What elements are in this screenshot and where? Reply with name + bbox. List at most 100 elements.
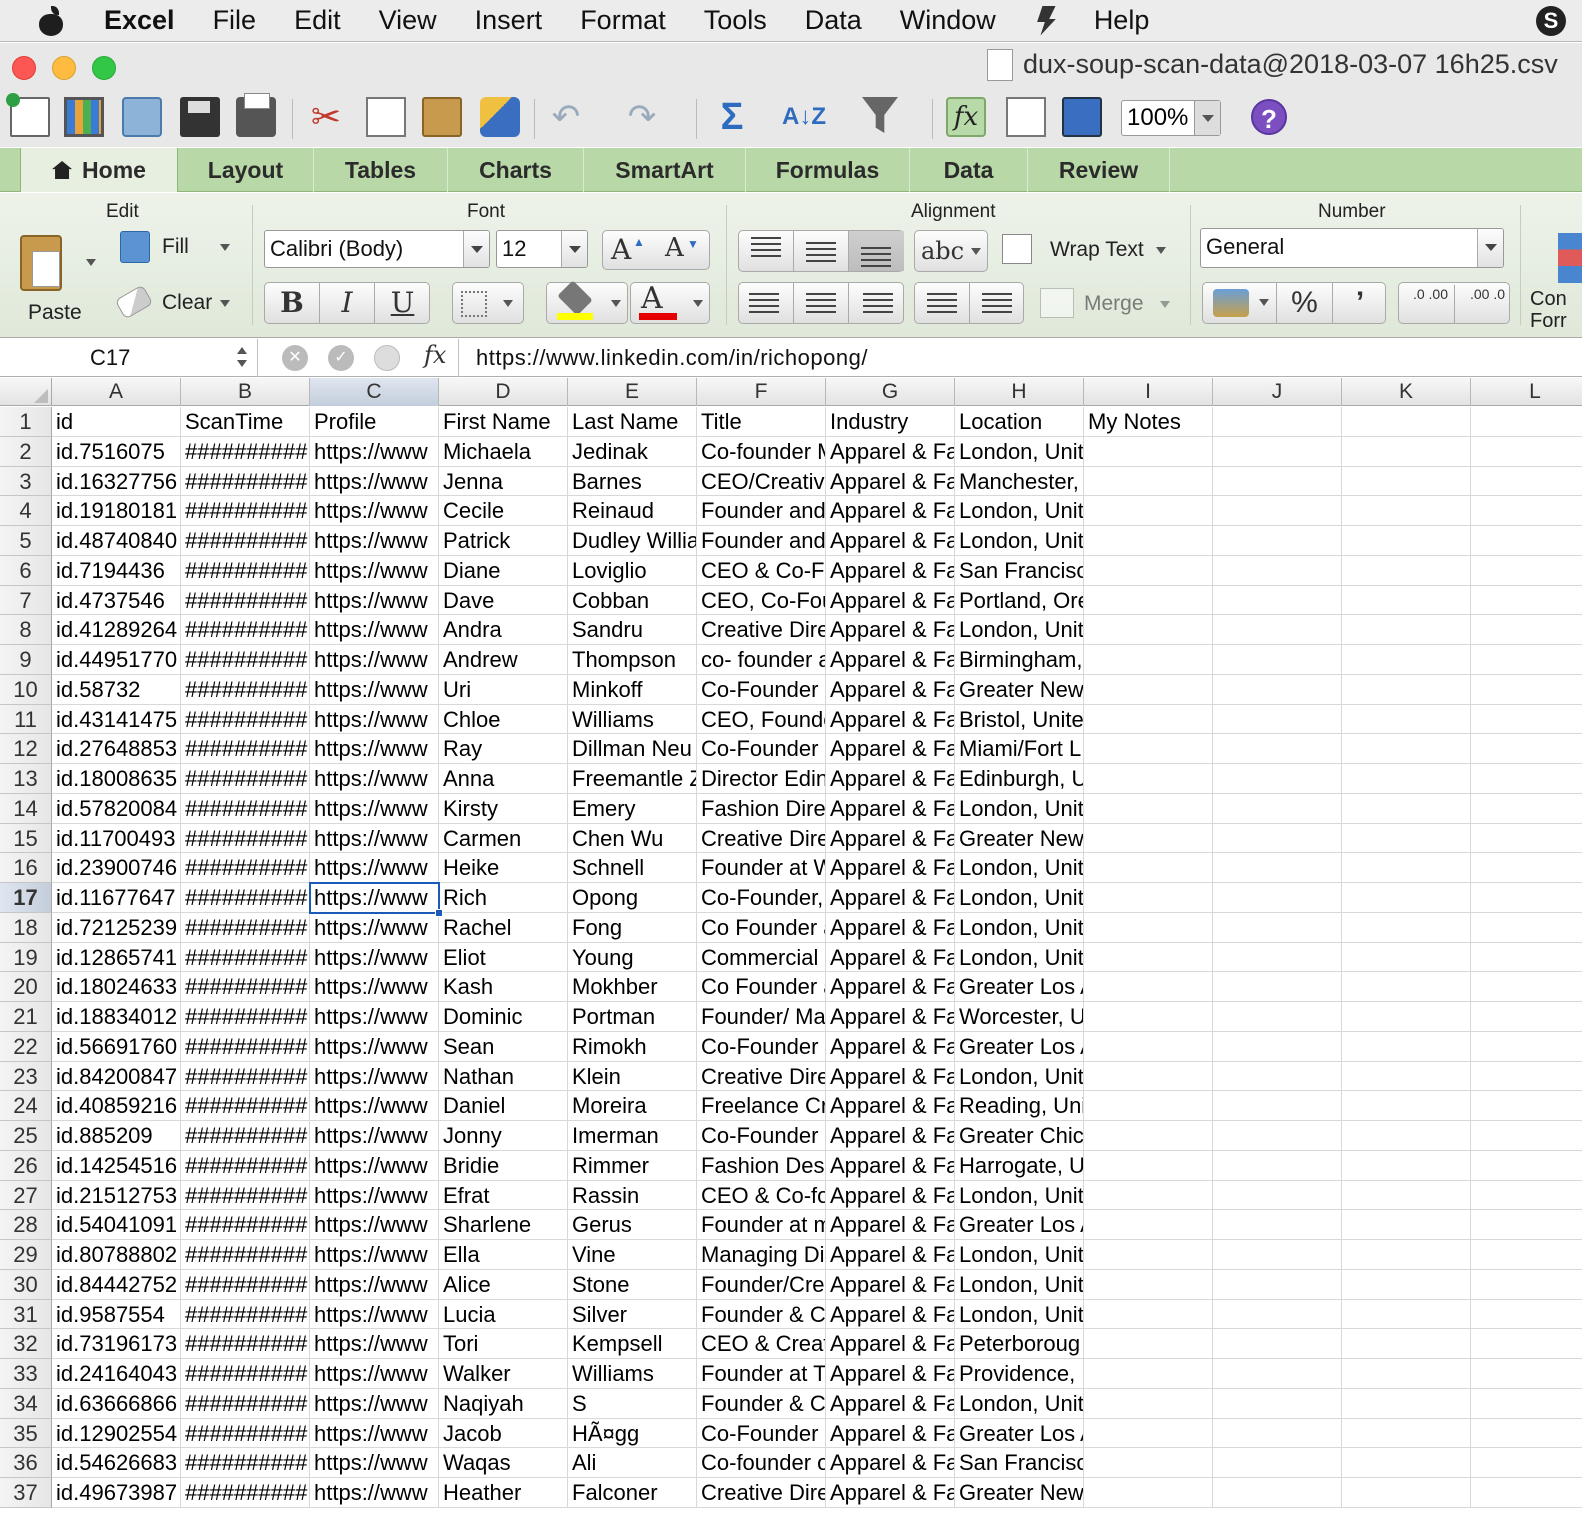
column-header-c[interactable]: C: [310, 378, 439, 406]
cell-j22[interactable]: [1213, 1031, 1342, 1062]
cell-h5[interactable]: London, Unit: [955, 526, 1084, 556]
cancel-entry-icon[interactable]: ✕: [282, 345, 308, 371]
cell-h1[interactable]: Location: [955, 407, 1084, 437]
cell-j13[interactable]: [1213, 764, 1342, 794]
cell-a5[interactable]: id.48740840: [52, 526, 181, 556]
cell-k7[interactable]: [1342, 585, 1471, 616]
cell-k12[interactable]: [1342, 734, 1471, 764]
cell-k19[interactable]: [1342, 942, 1471, 973]
cell-d6[interactable]: Diane: [439, 555, 568, 586]
cell-j14[interactable]: [1213, 793, 1342, 824]
cell-a16[interactable]: id.23900746: [52, 853, 181, 883]
font-color-dropdown-icon[interactable]: [693, 300, 703, 307]
column-header-j[interactable]: J: [1213, 378, 1342, 406]
borders-dropdown-icon[interactable]: [503, 300, 513, 307]
cell-d16[interactable]: Heike: [439, 853, 568, 883]
cell-g26[interactable]: Apparel & Fa: [826, 1150, 955, 1181]
conditional-formatting-button[interactable]: Con Forr: [1528, 229, 1582, 333]
cell-e6[interactable]: Loviglio: [568, 555, 697, 586]
menu-window[interactable]: Window: [900, 5, 996, 36]
accounting-dropdown-icon[interactable]: [1259, 299, 1269, 306]
cell-l14[interactable]: [1471, 794, 1582, 824]
skype-icon[interactable]: S: [1536, 6, 1566, 36]
cell-f2[interactable]: Co-founder M: [697, 436, 826, 467]
column-header-a[interactable]: A: [52, 378, 181, 406]
cell-c30[interactable]: https://www: [310, 1269, 439, 1300]
cell-e35[interactable]: HÃ¤gg: [568, 1418, 697, 1449]
menu-format[interactable]: Format: [580, 5, 666, 36]
cell-i21[interactable]: [1084, 1002, 1213, 1032]
row-header[interactable]: 10: [0, 674, 52, 705]
cell-h32[interactable]: Peterboroug: [955, 1329, 1084, 1359]
cell-c8[interactable]: https://www: [310, 615, 439, 645]
cell-b21[interactable]: ##########: [181, 1002, 310, 1032]
cell-f17[interactable]: Co-Founder,: [697, 883, 826, 913]
copy-icon[interactable]: [366, 97, 406, 137]
cell-j30[interactable]: [1213, 1269, 1342, 1300]
cell-b6[interactable]: ##########: [181, 555, 310, 586]
cell-h34[interactable]: London, Unit: [955, 1388, 1084, 1419]
paste-toolbar-icon[interactable]: [422, 97, 462, 137]
row-header[interactable]: 16: [0, 853, 52, 883]
cell-a9[interactable]: id.44951770: [52, 645, 181, 675]
cell-l26[interactable]: [1471, 1151, 1582, 1181]
cell-g9[interactable]: Apparel & Fa: [826, 645, 955, 675]
cell-i20[interactable]: [1084, 972, 1213, 1002]
cell-d32[interactable]: Tori: [439, 1329, 568, 1359]
cell-c11[interactable]: https://www: [310, 704, 439, 735]
undo-icon[interactable]: ↶: [546, 97, 586, 137]
tab-smartart[interactable]: SmartArt: [584, 148, 746, 192]
cell-g16[interactable]: Apparel & Fa: [826, 853, 955, 883]
cell-b27[interactable]: ##########: [181, 1180, 310, 1211]
row-header[interactable]: 27: [0, 1180, 52, 1211]
cell-h37[interactable]: Greater New: [955, 1478, 1084, 1508]
cell-c4[interactable]: https://www: [310, 496, 439, 526]
wrap-text-dropdown-icon[interactable]: [1156, 247, 1166, 254]
cell-b1[interactable]: ScanTime: [181, 407, 310, 437]
cell-a22[interactable]: id.56691760: [52, 1031, 181, 1062]
row-header[interactable]: 33: [0, 1359, 52, 1389]
cell-l29[interactable]: [1471, 1240, 1582, 1270]
cell-d18[interactable]: Rachel: [439, 912, 568, 943]
cell-c12[interactable]: https://www: [310, 734, 439, 764]
cell-j15[interactable]: [1213, 823, 1342, 854]
cell-h22[interactable]: Greater Los A: [955, 1031, 1084, 1062]
cell-g22[interactable]: Apparel & Fa: [826, 1031, 955, 1062]
cell-l12[interactable]: [1471, 734, 1582, 764]
cell-k18[interactable]: [1342, 912, 1471, 943]
cell-d22[interactable]: Sean: [439, 1031, 568, 1062]
cell-i16[interactable]: [1084, 853, 1213, 883]
row-header[interactable]: 4: [0, 496, 52, 526]
row-header[interactable]: 13: [0, 764, 52, 794]
cell-j36[interactable]: [1213, 1448, 1342, 1478]
cell-b33[interactable]: ##########: [181, 1359, 310, 1389]
formula-input[interactable]: https://www.linkedin.com/in/richopong/: [476, 339, 868, 377]
row-header[interactable]: 19: [0, 942, 52, 973]
cell-f20[interactable]: Co Founder a: [697, 972, 826, 1002]
cell-l17[interactable]: [1471, 883, 1582, 913]
cell-f12[interactable]: Co-Founder I: [697, 734, 826, 764]
cell-e4[interactable]: Reinaud: [568, 496, 697, 526]
cell-c3[interactable]: https://www: [310, 466, 439, 497]
cell-b20[interactable]: ##########: [181, 972, 310, 1002]
cell-g15[interactable]: Apparel & Fa: [826, 823, 955, 854]
cell-e8[interactable]: Sandru: [568, 615, 697, 645]
cell-c34[interactable]: https://www: [310, 1388, 439, 1419]
cell-i30[interactable]: [1084, 1269, 1213, 1300]
row-header[interactable]: 17: [0, 883, 52, 913]
cell-c7[interactable]: https://www: [310, 585, 439, 616]
cell-l35[interactable]: [1471, 1419, 1582, 1449]
insert-function-button[interactable]: fx: [424, 341, 446, 369]
cell-c22[interactable]: https://www: [310, 1031, 439, 1062]
cell-g1[interactable]: Industry: [826, 407, 955, 437]
cell-i24[interactable]: [1084, 1091, 1213, 1121]
cell-l19[interactable]: [1471, 943, 1582, 973]
cell-h27[interactable]: London, Unit: [955, 1180, 1084, 1211]
cell-a28[interactable]: id.54041091: [52, 1210, 181, 1240]
cell-l4[interactable]: [1471, 496, 1582, 526]
function-wizard-toggle-icon[interactable]: [374, 345, 400, 371]
cell-i13[interactable]: [1084, 764, 1213, 794]
increase-indent-button[interactable]: [970, 283, 1025, 323]
cell-d28[interactable]: Sharlene: [439, 1210, 568, 1240]
cell-f34[interactable]: Founder & C: [697, 1388, 826, 1419]
